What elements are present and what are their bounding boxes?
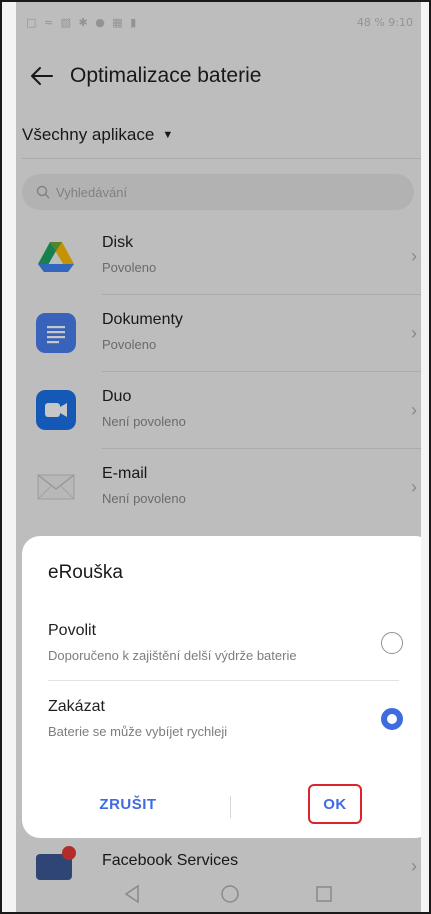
option-allow[interactable]: Povolit Doporučeno k zajištění delší výd… bbox=[48, 622, 411, 680]
battery-optimization-dialog: eRouška Povolit Doporučeno k zajištění d… bbox=[22, 536, 421, 838]
option-deny[interactable]: Zakázat Baterie se může vybíjet rychleji bbox=[48, 698, 411, 756]
ok-button[interactable]: OK bbox=[308, 784, 362, 824]
divider bbox=[48, 680, 399, 681]
option-title: Povolit bbox=[48, 622, 97, 639]
divider bbox=[230, 796, 231, 818]
dialog-actions: ZRUŠIT OK bbox=[22, 772, 421, 838]
option-subtitle: Doporučeno k zajištění delší výdrže bate… bbox=[48, 648, 297, 663]
navigation-bar bbox=[16, 874, 421, 912]
device-frame: □ ≈ ▧ ✱ ● ▦ ▮ 48 % 9:10 Optimalizace bat… bbox=[0, 0, 431, 914]
nav-recents-icon[interactable] bbox=[312, 882, 336, 906]
phone-screen: □ ≈ ▧ ✱ ● ▦ ▮ 48 % 9:10 Optimalizace bat… bbox=[16, 2, 421, 912]
radio-selected[interactable] bbox=[381, 708, 403, 730]
option-title: Zakázat bbox=[48, 698, 105, 715]
nav-home-icon[interactable] bbox=[218, 882, 242, 906]
cancel-button[interactable]: ZRUŠIT bbox=[68, 784, 188, 824]
option-subtitle: Baterie se může vybíjet rychleji bbox=[48, 724, 228, 739]
radio-unselected[interactable] bbox=[381, 632, 403, 654]
dialog-title: eRouška bbox=[48, 562, 123, 583]
nav-back-icon[interactable] bbox=[120, 882, 144, 906]
